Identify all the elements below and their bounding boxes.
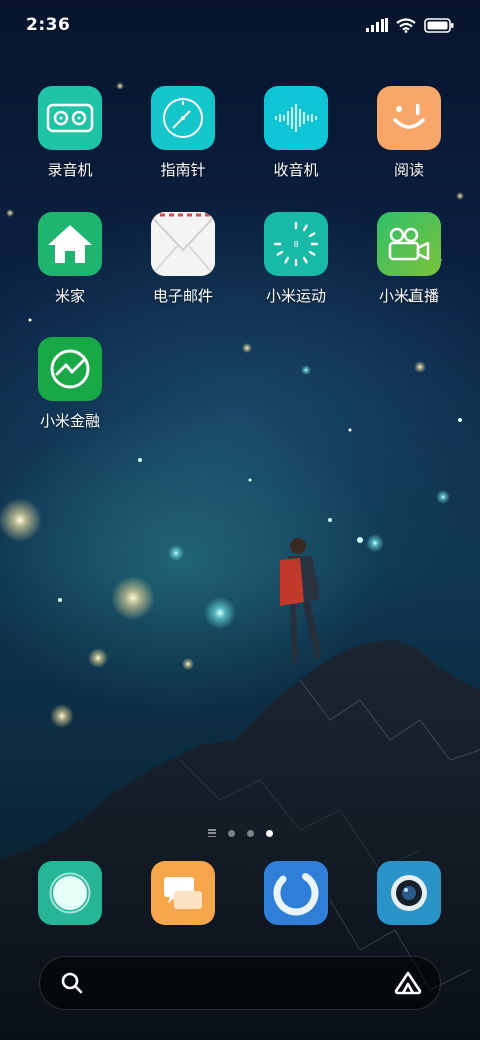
compass-icon xyxy=(151,86,215,150)
smiley-icon xyxy=(377,86,441,150)
status-bar: 2:36 xyxy=(0,0,480,50)
search-bar[interactable] xyxy=(39,956,441,1010)
app-label: 电子邮件 xyxy=(152,287,213,305)
page-dot[interactable] xyxy=(227,829,235,837)
search-input[interactable] xyxy=(96,974,382,992)
camera-lens-icon[interactable] xyxy=(377,861,441,925)
house-icon xyxy=(38,212,102,276)
status-icons xyxy=(366,17,454,33)
app-radio[interactable]: 收音机 xyxy=(246,86,346,180)
app-mi-home[interactable]: 米家 xyxy=(20,212,120,306)
search-icon[interactable] xyxy=(60,971,84,995)
soundwave-icon xyxy=(264,86,328,150)
status-time: 2:36 xyxy=(26,15,71,35)
app-label: 录音机 xyxy=(47,161,93,179)
envelope-icon xyxy=(151,212,215,276)
trend-circle-icon xyxy=(38,337,102,401)
app-label: 小米金融 xyxy=(39,412,100,430)
app-label: 小米直播 xyxy=(378,287,439,305)
app-label: 米家 xyxy=(54,287,85,305)
signal-icon xyxy=(366,18,388,32)
video-camera-icon xyxy=(377,212,441,276)
page-indicator[interactable] xyxy=(0,829,480,837)
svg-text:8: 8 xyxy=(293,240,298,249)
step-ring-icon: 8 xyxy=(264,212,328,276)
app-email[interactable]: 电子邮件 xyxy=(133,212,233,306)
app-mi-live[interactable]: 小米直播 xyxy=(359,212,459,306)
app-mi-finance[interactable]: 小米金融 xyxy=(20,337,120,431)
app-list-icon[interactable] xyxy=(207,829,216,837)
battery-icon xyxy=(424,17,454,33)
app-label: 指南针 xyxy=(160,161,206,179)
app-recorder[interactable]: 录音机 xyxy=(20,86,120,180)
hiker xyxy=(280,538,322,666)
app-label: 阅读 xyxy=(393,161,424,179)
tape-recorder-icon xyxy=(38,86,102,150)
circle-button-icon[interactable] xyxy=(38,861,102,925)
page-dot-active[interactable] xyxy=(265,829,273,837)
app-label: 小米运动 xyxy=(265,287,326,305)
wifi-icon xyxy=(396,17,416,33)
chat-bubbles-icon[interactable] xyxy=(151,861,215,925)
dock xyxy=(0,861,480,925)
page-dot[interactable] xyxy=(246,829,254,837)
loading-ring-icon[interactable] xyxy=(264,861,328,925)
app-reader[interactable]: 阅读 xyxy=(359,86,459,180)
app-label: 收音机 xyxy=(273,161,319,179)
app-compass[interactable]: 指南针 xyxy=(133,86,233,180)
app-mi-fitness[interactable]: 8 小米运动 xyxy=(246,212,346,306)
assistant-icon[interactable] xyxy=(394,971,422,995)
